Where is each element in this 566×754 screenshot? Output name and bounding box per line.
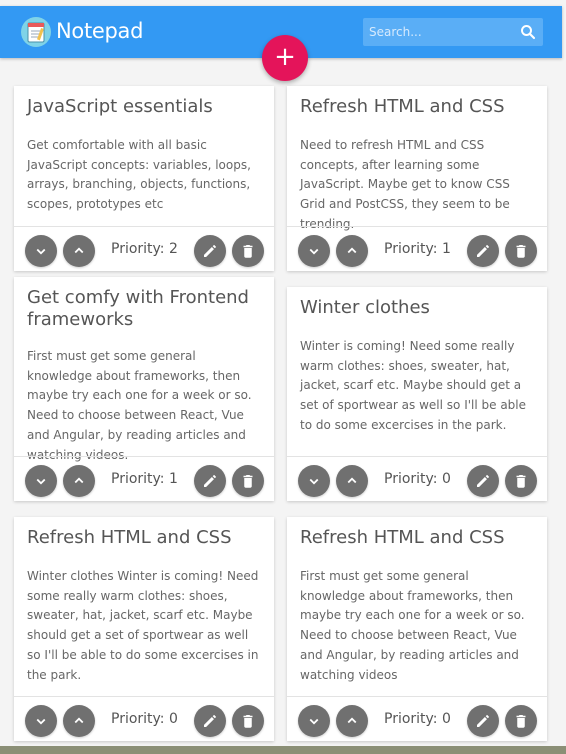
priority-up-button[interactable] xyxy=(63,705,95,737)
note-title: Refresh HTML and CSS xyxy=(300,96,505,117)
trash-icon xyxy=(516,715,526,728)
edit-button[interactable] xyxy=(194,705,226,737)
priority-label: Priority: 0 xyxy=(384,471,451,487)
priority-label: Priority: 1 xyxy=(384,241,451,257)
note-title: Refresh HTML and CSS xyxy=(300,527,505,548)
note-card: Refresh HTML and CSS First must get some… xyxy=(287,517,547,741)
note-card: Refresh HTML and CSS Winter clothes Wint… xyxy=(14,517,274,741)
chevron-up-icon xyxy=(347,717,357,724)
note-card: Refresh HTML and CSS Need to refresh HTM… xyxy=(287,86,547,271)
pencil-icon xyxy=(477,475,489,487)
priority-down-button[interactable] xyxy=(298,705,330,737)
trash-icon xyxy=(243,715,253,728)
priority-down-button[interactable] xyxy=(25,465,57,497)
pencil-icon xyxy=(477,715,489,727)
delete-button[interactable] xyxy=(505,465,537,497)
note-footer: Priority: 0 xyxy=(14,696,274,741)
note-footer: Priority: 0 xyxy=(287,456,547,501)
note-footer: Priority: 0 xyxy=(287,696,547,741)
search-input[interactable] xyxy=(369,21,509,43)
edit-button[interactable] xyxy=(467,705,499,737)
priority-up-button[interactable] xyxy=(63,465,95,497)
delete-button[interactable] xyxy=(505,235,537,267)
priority-up-button[interactable] xyxy=(63,235,95,267)
chevron-up-icon xyxy=(347,477,357,484)
desktop-strip xyxy=(0,746,566,754)
priority-label: Priority: 2 xyxy=(111,241,178,257)
delete-button[interactable] xyxy=(232,705,264,737)
priority-up-button[interactable] xyxy=(336,705,368,737)
note-title: JavaScript essentials xyxy=(27,96,213,117)
pencil-icon xyxy=(204,475,216,487)
chevron-down-icon xyxy=(36,248,46,255)
pencil-icon xyxy=(477,245,489,257)
edit-button[interactable] xyxy=(467,235,499,267)
note-card: JavaScript essentials Get comfortable wi… xyxy=(14,86,274,271)
priority-down-button[interactable] xyxy=(298,235,330,267)
priority-down-button[interactable] xyxy=(25,235,57,267)
search-box[interactable] xyxy=(363,18,543,46)
edit-button[interactable] xyxy=(467,465,499,497)
note-text: Get comfortable with all basic JavaScrip… xyxy=(27,138,251,212)
note-text: Need to refresh HTML and CSS concepts, a… xyxy=(300,138,510,231)
edit-button[interactable] xyxy=(194,465,226,497)
delete-button[interactable] xyxy=(505,705,537,737)
priority-down-button[interactable] xyxy=(298,465,330,497)
priority-down-button[interactable] xyxy=(25,705,57,737)
note-text: First must get some general knowledge ab… xyxy=(300,569,525,682)
priority-label: Priority: 1 xyxy=(111,471,178,487)
note-title: Winter clothes xyxy=(300,297,430,318)
trash-icon xyxy=(243,245,253,258)
chevron-down-icon xyxy=(309,248,319,255)
priority-up-button[interactable] xyxy=(336,465,368,497)
priority-label: Priority: 0 xyxy=(384,711,451,727)
chevron-up-icon xyxy=(74,717,84,724)
pencil-icon xyxy=(204,245,216,257)
trash-icon xyxy=(243,475,253,488)
note-footer: Priority: 2 xyxy=(14,226,274,271)
chevron-down-icon xyxy=(309,718,319,725)
delete-button[interactable] xyxy=(232,465,264,497)
note-footer: Priority: 1 xyxy=(287,226,547,271)
note-text: First must get some general knowledge ab… xyxy=(27,349,252,462)
edit-button[interactable] xyxy=(194,235,226,267)
note-text: Winter is coming! Need some really warm … xyxy=(300,339,527,432)
note-card: Get comfy with Frontend frameworks First… xyxy=(14,277,274,501)
chevron-down-icon xyxy=(309,478,319,485)
delete-button[interactable] xyxy=(232,235,264,267)
note-card: Winter clothes Winter is coming! Need so… xyxy=(287,287,547,501)
chevron-up-icon xyxy=(74,247,84,254)
note-title: Get comfy with Frontend frameworks xyxy=(27,287,249,330)
priority-label: Priority: 0 xyxy=(111,711,178,727)
chevron-down-icon xyxy=(36,718,46,725)
note-footer: Priority: 1 xyxy=(14,456,274,501)
pencil-icon xyxy=(204,715,216,727)
trash-icon xyxy=(516,245,526,258)
trash-icon xyxy=(516,475,526,488)
search-icon[interactable] xyxy=(519,23,537,41)
chevron-down-icon xyxy=(36,478,46,485)
note-text: Winter clothes Winter is coming! Need so… xyxy=(27,569,259,682)
add-note-button[interactable]: + xyxy=(262,35,308,81)
note-title: Refresh HTML and CSS xyxy=(27,527,232,548)
app-title: Notepad xyxy=(56,19,144,43)
chevron-up-icon xyxy=(74,477,84,484)
notepad-icon xyxy=(20,16,52,48)
priority-up-button[interactable] xyxy=(336,235,368,267)
plus-icon: + xyxy=(274,42,296,72)
chevron-up-icon xyxy=(347,247,357,254)
